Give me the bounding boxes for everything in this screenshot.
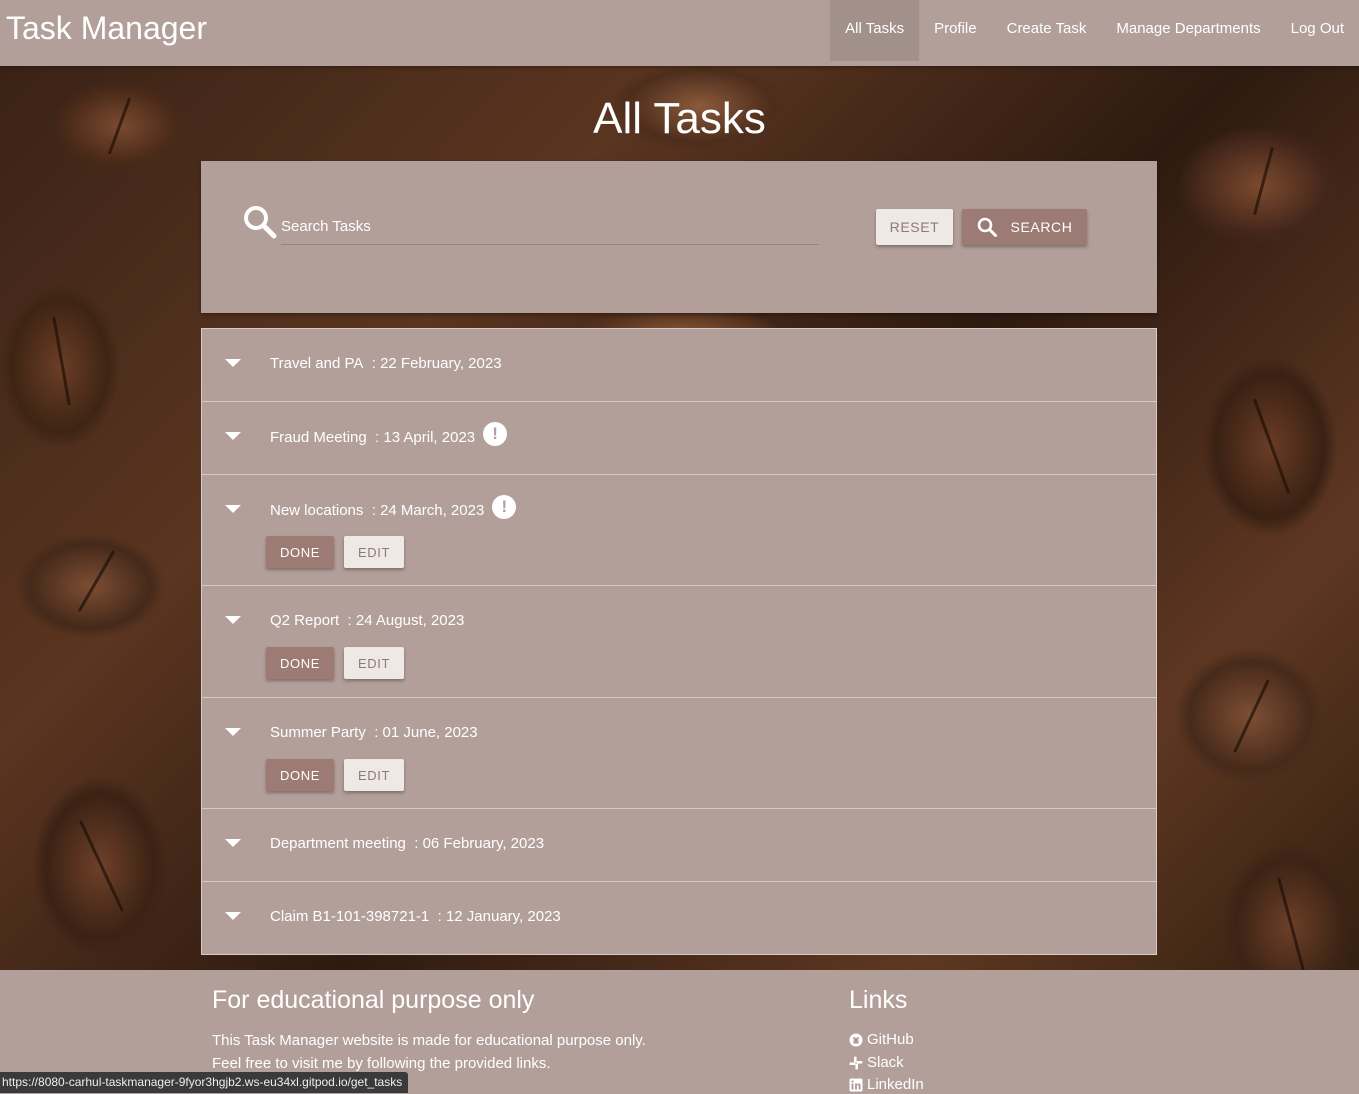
search-card: RESET SEARCH [201,161,1157,313]
task-due-date: : 06 February, 2023 [414,835,545,852]
task-due-date: : 12 January, 2023 [437,908,561,925]
task-due-date: : 24 August, 2023 [347,612,465,629]
footer-about-title: For educational purpose only [212,986,535,1014]
task-name: New locations [270,501,364,519]
expand-caret-icon[interactable] [225,432,241,440]
footer-link-slack[interactable]: Slack [849,1052,924,1075]
footer-links: GitHub Slack LinkedIn [849,1029,924,1094]
task-actions: DONE EDIT [266,647,404,679]
search-icon [244,206,277,239]
task-actions: DONE EDIT [266,536,404,568]
task-name: Fraud Meeting [270,428,367,446]
linkedin-icon [849,1078,863,1092]
footer-about-text: This Task Manager website is made for ed… [212,1029,646,1075]
task-due-date: : 22 February, 2023 [371,355,502,372]
browser-status-url: https://8080-carhul-taskmanager-9fyor3hg… [0,1072,409,1093]
brand-logo[interactable]: Task Manager [6,8,207,48]
task-due-date: : 13 April, 2023 [375,428,476,446]
task-name: Summer Party [270,724,366,741]
edit-button[interactable]: EDIT [344,759,404,791]
task-header[interactable]: Fraud Meeting : 13 April, 2023 ! [270,422,508,446]
edit-button[interactable]: EDIT [344,536,404,568]
urgent-exclamation-icon: ! [483,422,508,446]
task-header[interactable]: Summer Party : 01 June, 2023 [270,724,478,741]
footer-link-github[interactable]: GitHub [849,1029,924,1052]
task-item[interactable]: Claim B1-101-398721-1 : 12 January, 2023 [202,882,1156,954]
top-navbar: Task Manager All Tasks Profile Create Ta… [0,0,1359,66]
expand-caret-icon[interactable] [225,359,241,367]
footer-links-title: Links [849,986,908,1014]
footer-about-line: This Task Manager website is made for ed… [212,1032,646,1049]
task-name: Department meeting [270,835,406,852]
expand-caret-icon[interactable] [225,505,241,513]
footer-link-linkedin[interactable]: LinkedIn [849,1074,924,1094]
task-actions: DONE EDIT [266,759,404,791]
footer-link-label: Slack [867,1053,904,1071]
task-list: Travel and PA : 22 February, 2023 Fraud … [201,328,1157,955]
done-button[interactable]: DONE [266,647,334,679]
reset-button[interactable]: RESET [876,209,953,245]
task-item[interactable]: Summer Party : 01 June, 2023 DONE EDIT [202,698,1156,809]
search-icon [977,217,997,237]
task-due-date: : 24 March, 2023 [371,501,485,519]
task-item[interactable]: Department meeting : 06 February, 2023 [202,809,1156,882]
slack-icon [849,1056,863,1070]
search-button[interactable]: SEARCH [962,209,1087,245]
search-input[interactable] [281,209,819,245]
expand-caret-icon[interactable] [225,839,241,847]
done-button[interactable]: DONE [266,759,334,791]
nav-link-all-tasks[interactable]: All Tasks [830,0,920,61]
task-name: Travel and PA [270,355,364,372]
expand-caret-icon[interactable] [225,616,241,624]
urgent-exclamation-icon: ! [492,495,517,519]
nav-link-profile[interactable]: Profile [919,0,992,61]
task-header[interactable]: Travel and PA : 22 February, 2023 [270,355,502,372]
task-name: Q2 Report [270,612,340,629]
task-due-date: : 01 June, 2023 [374,724,478,741]
task-item[interactable]: Fraud Meeting : 13 April, 2023 ! [202,402,1156,475]
task-header[interactable]: Department meeting : 06 February, 2023 [270,835,544,852]
edit-button[interactable]: EDIT [344,647,404,679]
github-icon [849,1033,863,1047]
nav-link-create-task[interactable]: Create Task [992,0,1102,61]
nav-link-log-out[interactable]: Log Out [1276,0,1359,61]
task-item[interactable]: Q2 Report : 24 August, 2023 DONE EDIT [202,586,1156,698]
footer-link-label: LinkedIn [867,1076,924,1093]
task-item[interactable]: Travel and PA : 22 February, 2023 [202,329,1156,402]
task-name: Claim B1-101-398721-1 [270,908,430,925]
search-button-label: SEARCH [1010,219,1073,235]
done-button[interactable]: DONE [266,536,334,568]
nav-links: All Tasks Profile Create Task Manage Dep… [830,0,1359,61]
expand-caret-icon[interactable] [225,728,241,736]
task-header[interactable]: Claim B1-101-398721-1 : 12 January, 2023 [270,908,561,925]
task-header[interactable]: New locations : 24 March, 2023 ! [270,495,517,519]
page-title: All Tasks [593,94,766,143]
expand-caret-icon[interactable] [225,912,241,920]
task-item[interactable]: New locations : 24 March, 2023 ! DONE ED… [202,475,1156,586]
footer-link-label: GitHub [867,1031,914,1048]
nav-link-manage-departments[interactable]: Manage Departments [1101,0,1275,61]
task-header[interactable]: Q2 Report : 24 August, 2023 [270,612,464,629]
